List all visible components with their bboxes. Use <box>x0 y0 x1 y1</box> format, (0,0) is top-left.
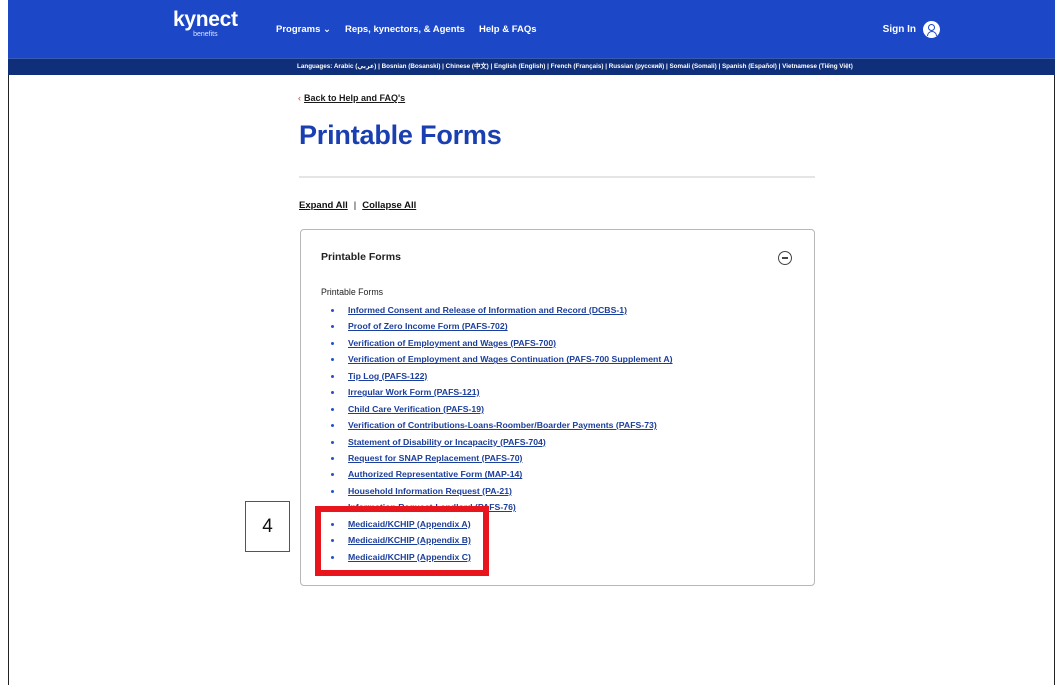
main-nav: Programs ⌄ Reps, kynectors, & Agents Hel… <box>276 24 537 35</box>
form-link-pafs-19[interactable]: Child Care Verification (PAFS-19) <box>348 404 484 414</box>
page-title: Printable Forms <box>299 120 502 150</box>
user-account-icon <box>923 21 940 38</box>
form-link-map-14[interactable]: Authorized Representative Form (MAP-14) <box>348 469 522 479</box>
separator: | <box>353 200 357 211</box>
form-link-dcbs-1[interactable]: Informed Consent and Release of Informat… <box>348 305 627 315</box>
expand-collapse-controls: Expand All | Collapse All <box>299 200 416 211</box>
kynect-logo[interactable]: kynect benefits <box>173 9 238 38</box>
form-link-pafs-700[interactable]: Verification of Employment and Wages (PA… <box>348 338 556 348</box>
list-item: Verification of Contributions-Loans-Room… <box>329 417 673 433</box>
form-link-pafs-704[interactable]: Statement of Disability or Incapacity (P… <box>348 437 546 447</box>
annotation-step-number: 4 <box>245 501 290 552</box>
list-item: Household Information Request (PA-21) <box>329 483 673 499</box>
form-link-pafs-122[interactable]: Tip Log (PAFS-122) <box>348 371 427 381</box>
expand-all-link[interactable]: Expand All <box>299 200 348 211</box>
language-links[interactable]: Languages: Arabic (عربي) | Bosnian (Bosa… <box>297 59 853 75</box>
form-link-pa-21[interactable]: Household Information Request (PA-21) <box>348 486 512 496</box>
nav-programs[interactable]: Programs ⌄ <box>276 24 331 35</box>
logo-text: kynect <box>173 8 238 31</box>
back-link-row: ‹ Back to Help and FAQ's <box>298 93 405 103</box>
list-item: Verification of Employment and Wages Con… <box>329 351 673 367</box>
logo-subtext: benefits <box>193 31 218 38</box>
form-link-pafs-702[interactable]: Proof of Zero Income Form (PAFS-702) <box>348 321 508 331</box>
site-header: kynect benefits Programs ⌄ Reps, kynecto… <box>8 0 1055 58</box>
list-item: Proof of Zero Income Form (PAFS-702) <box>329 318 673 334</box>
list-item: Irregular Work Form (PAFS-121) <box>329 384 673 400</box>
form-link-pafs-121[interactable]: Irregular Work Form (PAFS-121) <box>348 387 479 397</box>
list-item: Statement of Disability or Incapacity (P… <box>329 434 673 450</box>
collapse-minus-icon[interactable] <box>778 251 792 265</box>
form-link-pafs-70[interactable]: Request for SNAP Replacement (PAFS-70) <box>348 453 522 463</box>
section-label: Printable Forms <box>321 287 384 297</box>
nav-reps-kynectors-agents[interactable]: Reps, kynectors, & Agents <box>345 24 465 35</box>
form-link-pafs-73[interactable]: Verification of Contributions-Loans-Room… <box>348 420 657 430</box>
list-item: Request for SNAP Replacement (PAFS-70) <box>329 450 673 466</box>
list-item: Tip Log (PAFS-122) <box>329 368 673 384</box>
nav-help-faqs[interactable]: Help & FAQs <box>479 24 537 35</box>
title-divider <box>299 176 815 178</box>
list-item: Informed Consent and Release of Informat… <box>329 302 673 318</box>
accordion-title[interactable]: Printable Forms <box>321 251 401 263</box>
collapse-all-link[interactable]: Collapse All <box>362 200 416 211</box>
sign-in-button[interactable]: Sign In <box>883 21 940 38</box>
annotation-highlight-box <box>315 506 489 576</box>
form-link-pafs-700-supplement-a[interactable]: Verification of Employment and Wages Con… <box>348 354 673 364</box>
sign-in-label: Sign In <box>882 24 916 35</box>
chevron-left-icon: ‹ <box>298 93 301 103</box>
list-item: Child Care Verification (PAFS-19) <box>329 401 673 417</box>
language-bar: Languages: Arabic (عربي) | Bosnian (Bosa… <box>8 58 1055 75</box>
back-to-help-link[interactable]: Back to Help and FAQ's <box>304 93 405 103</box>
list-item: Authorized Representative Form (MAP-14) <box>329 466 673 482</box>
list-item: Verification of Employment and Wages (PA… <box>329 335 673 351</box>
